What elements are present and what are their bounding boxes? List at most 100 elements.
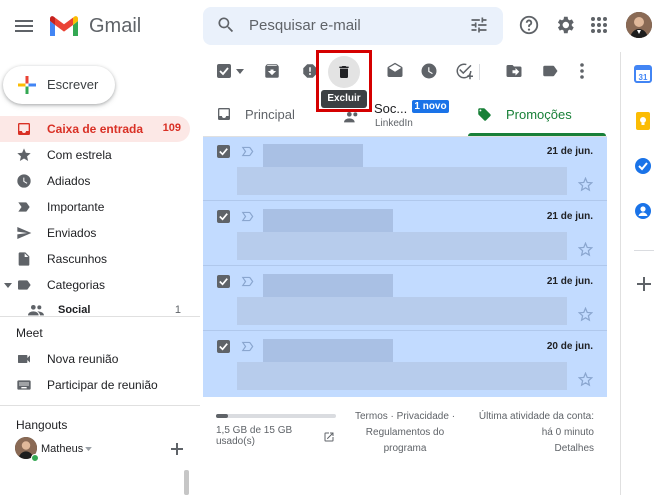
more-options-icon[interactable] <box>575 62 589 80</box>
video-icon <box>16 351 32 367</box>
search-options-icon[interactable] <box>469 15 489 35</box>
importance-marker-icon[interactable] <box>241 276 255 287</box>
sidebar-item-label: Com estrela <box>47 148 112 162</box>
row-checkbox[interactable] <box>217 340 230 353</box>
sidebar-item-inbox[interactable]: Caixa de entrada 109 <box>0 116 190 142</box>
star-icon[interactable] <box>578 307 593 322</box>
main-menu-button[interactable] <box>12 14 36 38</box>
tab-principal[interactable]: Principal <box>203 96 333 136</box>
program-line[interactable]: Regulamentos do <box>366 427 444 438</box>
account-activity: Última atividade da conta: há 0 minuto D… <box>470 409 594 457</box>
side-panel-separator <box>634 250 654 251</box>
star-icon[interactable] <box>578 242 593 257</box>
caret-down-icon[interactable] <box>85 447 92 452</box>
archive-icon[interactable] <box>263 62 281 80</box>
star-icon <box>16 147 32 163</box>
select-all-checkbox[interactable] <box>217 64 231 78</box>
email-row[interactable]: 20 de jun. <box>203 332 607 396</box>
snooze-clock-icon[interactable] <box>420 62 438 80</box>
email-date: 20 de jun. <box>546 341 593 352</box>
add-hangout-icon[interactable] <box>171 443 183 455</box>
meet-item-label: Nova reunião <box>47 352 119 366</box>
select-menu-caret-icon[interactable] <box>236 69 244 74</box>
side-panel-divider <box>620 52 621 495</box>
email-row[interactable]: 21 de jun. <box>203 202 607 266</box>
social-count: 1 <box>174 304 181 316</box>
apps-grid-icon[interactable] <box>590 16 608 34</box>
hamburger-icon <box>15 20 33 32</box>
terms-link[interactable]: Termos <box>355 411 388 422</box>
sidebar-item-label: Categorias <box>47 278 106 292</box>
settings-gear-icon[interactable] <box>554 14 576 36</box>
redacted-snippet <box>237 362 567 390</box>
send-icon <box>16 225 32 241</box>
app-name: Gmail <box>89 15 142 37</box>
sidebar-item-categories[interactable]: Categorias <box>0 272 190 298</box>
row-checkbox[interactable] <box>217 145 230 158</box>
move-to-icon[interactable] <box>505 62 523 80</box>
caret-down-icon[interactable] <box>4 281 12 289</box>
email-row[interactable]: 21 de jun. <box>203 137 607 201</box>
clock-icon <box>16 173 32 189</box>
tab-label: Soc... <box>374 101 408 116</box>
add-to-tasks-icon[interactable] <box>455 62 473 80</box>
label-icon <box>16 277 32 293</box>
svg-text:31: 31 <box>639 73 648 82</box>
people-tab-icon <box>344 110 360 124</box>
activity-line: Última atividade da conta: <box>478 411 594 422</box>
new-badge: 1 novo <box>412 100 449 113</box>
importance-marker-icon[interactable] <box>241 211 255 222</box>
star-icon[interactable] <box>578 177 593 192</box>
program-line[interactable]: programa <box>384 443 427 454</box>
privacy-link[interactable]: Privacidade <box>397 411 449 422</box>
sidebar-item-snoozed[interactable]: Adiados <box>0 168 190 194</box>
unread-count: 109 <box>162 122 181 134</box>
sidebar-divider <box>0 316 200 317</box>
new-meeting-item[interactable]: Nova reunião <box>0 346 190 372</box>
help-icon[interactable] <box>518 14 540 36</box>
meet-item-label: Participar de reunião <box>47 378 158 392</box>
row-checkbox[interactable] <box>217 210 230 223</box>
draft-icon <box>16 251 32 267</box>
gmail-logo[interactable] <box>48 14 80 38</box>
activity-line: há 0 minuto <box>541 427 594 438</box>
details-link[interactable]: Detalhes <box>470 441 594 457</box>
sidebar-item-social[interactable]: Social 1 <box>0 298 190 316</box>
importance-marker-icon[interactable] <box>241 146 255 157</box>
row-checkbox[interactable] <box>217 275 230 288</box>
storage-bar <box>216 414 336 418</box>
search-icon[interactable] <box>216 15 236 35</box>
join-meeting-item[interactable]: Participar de reunião <box>0 372 190 398</box>
open-external-icon[interactable] <box>323 431 335 443</box>
email-row[interactable]: 21 de jun. <box>203 267 607 331</box>
hangouts-user-name[interactable]: Matheus <box>41 443 83 455</box>
sidebar-item-sent[interactable]: Enviados <box>0 220 190 246</box>
tasks-app-icon[interactable] <box>633 156 653 176</box>
sidebar-scrollbar[interactable] <box>184 470 189 495</box>
sidebar-item-label: Rascunhos <box>47 252 108 266</box>
mark-as-read-icon[interactable] <box>386 62 404 80</box>
toolbar-divider <box>479 64 480 80</box>
compose-button[interactable]: Escrever <box>3 66 115 104</box>
redacted-snippet <box>237 167 567 195</box>
keep-app-icon[interactable] <box>633 111 653 131</box>
inbox-tab-icon <box>216 106 232 122</box>
star-icon[interactable] <box>578 372 593 387</box>
email-date: 21 de jun. <box>546 146 593 157</box>
storage-usage-text: 1,5 GB de 15 GB usado(s) <box>216 423 292 450</box>
contacts-app-icon[interactable] <box>633 201 653 221</box>
sidebar-item-important[interactable]: Importante <box>0 194 190 220</box>
account-avatar[interactable] <box>626 12 652 38</box>
sidebar-item-starred[interactable]: Com estrela <box>0 142 190 168</box>
label-as-icon[interactable] <box>541 62 559 80</box>
search-input[interactable]: Pesquisar e-mail <box>249 17 361 34</box>
calendar-app-icon[interactable]: 31 <box>633 64 653 84</box>
tab-promocoes[interactable]: Promoções <box>468 96 606 136</box>
hangouts-section-title: Hangouts <box>16 418 68 432</box>
importance-marker-icon[interactable] <box>241 341 255 352</box>
add-addon-icon[interactable] <box>637 277 651 291</box>
tab-subtitle: LinkedIn <box>375 118 413 129</box>
program-policies-link[interactable]: Regulamentos do <box>345 425 465 441</box>
sidebar-item-drafts[interactable]: Rascunhos <box>0 246 190 272</box>
sidebar-item-label: Caixa de entrada <box>47 122 144 136</box>
